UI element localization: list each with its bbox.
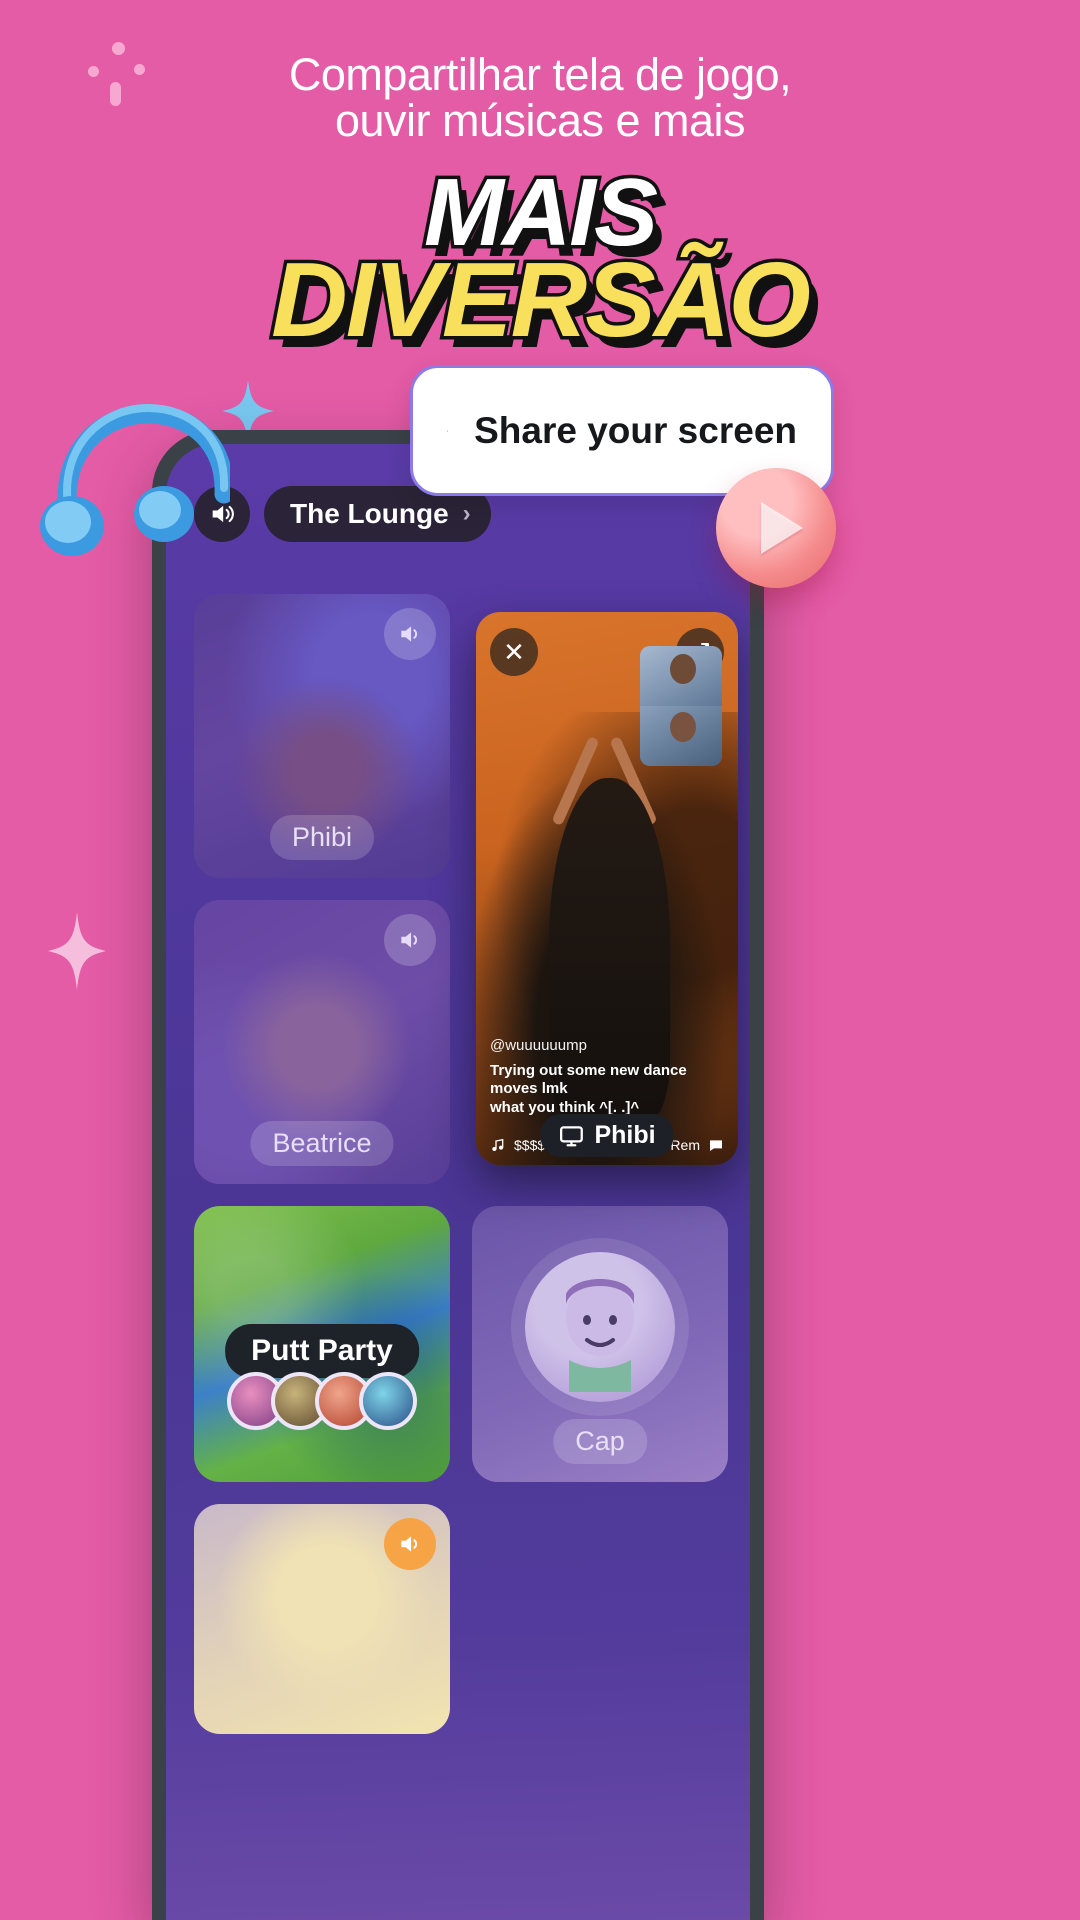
avatar <box>359 1372 417 1430</box>
video-host-name: Phibi <box>594 1121 656 1149</box>
volume-on-icon <box>401 626 418 642</box>
pip-person <box>670 712 696 742</box>
mic-status-icon[interactable] <box>384 608 436 660</box>
video-author-handle: @wuuuuuump <box>490 1037 587 1055</box>
participant-tile-bottom[interactable] <box>194 1504 450 1734</box>
avatar <box>525 1252 675 1403</box>
game-tile-putt-party[interactable]: Putt Party <box>194 1206 450 1482</box>
phone-screen: The Lounge › Phibi Beatrice Putt Party C… <box>166 444 750 1920</box>
volume-on-icon <box>401 932 418 948</box>
participant-name: Beatrice <box>250 1121 394 1166</box>
promo-stage: Compartilhar tela de jogo, ouvir músicas… <box>0 0 1080 1920</box>
video-host-pill[interactable]: Phibi <box>540 1114 674 1157</box>
hero-subtitle-line1: Compartilhar tela de jogo, <box>288 49 792 100</box>
participant-tile-beatrice[interactable]: Beatrice <box>194 900 450 1184</box>
headphones-icon <box>40 400 234 560</box>
close-icon[interactable]: ✕ <box>490 628 538 676</box>
music-note-icon <box>492 1138 504 1151</box>
participant-name: Cap <box>553 1419 647 1464</box>
avatar-face-icon <box>566 1279 634 1393</box>
share-screen-label: Share your screen <box>474 409 797 451</box>
hero-headline-line2: DIVERSÃO <box>268 238 815 363</box>
screen-share-icon <box>447 429 449 432</box>
screen-share-icon <box>560 1125 583 1146</box>
hero-subtitle: Compartilhar tela de jogo, ouvir músicas… <box>0 52 1080 144</box>
picture-in-picture-thumb[interactable] <box>640 646 722 766</box>
play-button[interactable] <box>716 468 836 588</box>
mic-status-icon[interactable] <box>384 914 436 966</box>
phone-mockup: The Lounge › Phibi Beatrice Putt Party C… <box>152 430 764 1920</box>
hero-subtitle-line2: ouvir músicas e mais <box>334 94 746 146</box>
game-player-avatars <box>227 1372 417 1430</box>
chevron-right-icon: › <box>462 500 471 527</box>
play-icon <box>761 502 803 554</box>
video-caption: @wuuuuuump Trying out some new dance mov… <box>476 1037 738 1117</box>
game-name-label: Putt Party <box>225 1324 419 1378</box>
pip-person <box>670 654 696 684</box>
participant-tile-cap[interactable]: Cap <box>472 1206 728 1482</box>
video-caption-line1: Trying out some new dance moves lmk <box>490 1062 687 1098</box>
sparkle-icon <box>48 912 106 990</box>
mic-status-icon[interactable] <box>384 1518 436 1570</box>
volume-on-icon <box>401 1536 418 1552</box>
floating-video-overlay[interactable]: ✕ @wuuuuuump Trying out some new dance m… <box>476 612 738 1165</box>
comment-icon[interactable] <box>708 1137 724 1153</box>
participant-tile-phibi[interactable]: Phibi <box>194 594 450 878</box>
room-name-label: The Lounge <box>290 498 449 529</box>
participant-name: Phibi <box>269 815 375 860</box>
